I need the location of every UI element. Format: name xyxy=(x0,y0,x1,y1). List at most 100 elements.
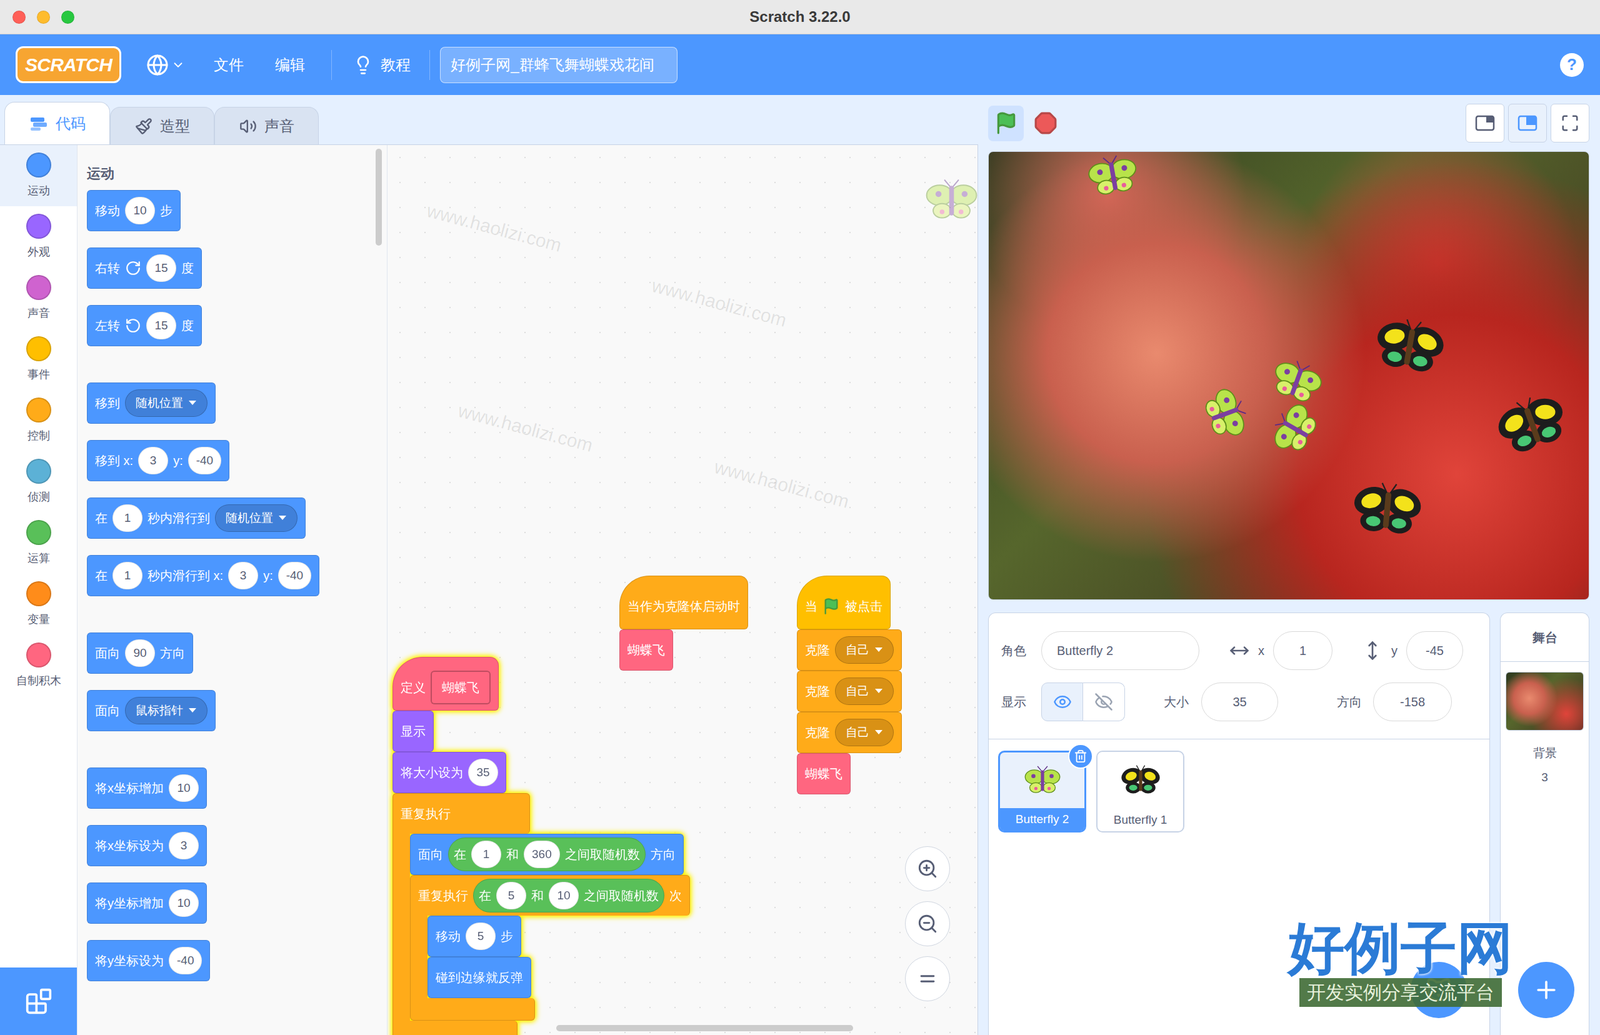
green-flag-button[interactable] xyxy=(988,105,1024,142)
category-item[interactable]: 变量 xyxy=(0,573,77,635)
block-input[interactable]: -40 xyxy=(188,446,222,475)
traffic-light[interactable] xyxy=(36,10,50,24)
editor-tab[interactable]: 造型 xyxy=(110,106,215,145)
category-item[interactable]: 外观 xyxy=(0,206,77,268)
category-item[interactable]: 事件 xyxy=(0,328,77,390)
direction-field[interactable]: -158 xyxy=(1373,682,1452,722)
add-backdrop-button[interactable] xyxy=(1518,961,1575,1019)
block-input[interactable]: 3 xyxy=(168,831,199,860)
hat-block[interactable]: 当被点击 xyxy=(796,575,891,630)
custom-block-prototype[interactable]: 蝴蝶飞 xyxy=(430,670,491,705)
block-input[interactable]: 10 xyxy=(125,196,155,225)
stop-button[interactable] xyxy=(1027,105,1064,142)
add-extension-button[interactable] xyxy=(0,967,77,1035)
script[interactable]: 当被点击克隆自己克隆自己克隆自己蝴蝶飞 xyxy=(796,575,902,795)
category-item[interactable]: 声音 xyxy=(0,267,77,329)
sprite-tile[interactable]: Butterfly 2 xyxy=(998,750,1087,833)
stack-block[interactable]: 移到随机位置 xyxy=(86,382,216,424)
category-item[interactable]: 运算 xyxy=(0,512,77,574)
add-sprite-button[interactable] xyxy=(1410,961,1467,1019)
project-title-field[interactable]: 好例子网_群蜂飞舞蝴蝶戏花间 xyxy=(440,46,678,84)
show-button[interactable] xyxy=(1041,682,1084,722)
sprite-name-field[interactable]: Butterfly 2 xyxy=(1041,631,1200,670)
stack-block[interactable]: 克隆自己 xyxy=(796,670,902,712)
help-button[interactable]: ? xyxy=(1560,53,1584,77)
stack-block[interactable]: 显示 xyxy=(392,710,434,752)
delete-sprite-button[interactable] xyxy=(1068,743,1094,769)
stack-block[interactable]: 将大小设为35 xyxy=(392,751,507,794)
stack-block[interactable]: 蝴蝶飞 xyxy=(619,629,674,671)
x-field[interactable]: 1 xyxy=(1273,631,1333,670)
stack-block[interactable]: 面向鼠标指针 xyxy=(86,690,216,732)
block-input[interactable]: 5 xyxy=(496,881,527,910)
script-canvas[interactable]: www.haolizi.comwww.haolizi.comwww.haoliz… xyxy=(387,145,978,1035)
reporter-block[interactable]: 在1和360之间取随机数 xyxy=(448,837,646,872)
stack-block[interactable]: 右转15度 xyxy=(86,247,202,289)
stage[interactable] xyxy=(988,151,1590,600)
script[interactable]: 当作为克隆体启动时蝴蝶飞 xyxy=(619,575,749,671)
stack-block[interactable]: 将y坐标设为-40 xyxy=(86,940,210,982)
block-dropdown[interactable]: 随机位置 xyxy=(215,504,298,532)
block-input[interactable]: 5 xyxy=(465,922,496,950)
block-input[interactable]: 10 xyxy=(168,889,199,917)
block-input[interactable]: 1 xyxy=(471,840,502,869)
zoom-in-button[interactable] xyxy=(905,846,950,892)
stage-layout-button[interactable] xyxy=(1550,103,1590,143)
block-input[interactable]: 90 xyxy=(125,639,155,667)
stack-block[interactable]: 蝴蝶飞 xyxy=(796,753,851,795)
stack-block[interactable]: 碰到边缘就反弹 xyxy=(427,956,532,999)
zoom-out-button[interactable] xyxy=(905,901,950,947)
horizontal-scrollbar[interactable] xyxy=(556,1025,854,1032)
language-menu[interactable] xyxy=(146,53,185,77)
block-dropdown[interactable]: 鼠标指针 xyxy=(125,696,208,725)
block-input[interactable]: 15 xyxy=(146,311,177,340)
traffic-light[interactable] xyxy=(12,10,26,24)
y-field[interactable]: -45 xyxy=(1406,631,1464,670)
stack-block[interactable]: 将x坐标设为3 xyxy=(86,825,207,867)
tutorials-menu[interactable]: 教程 xyxy=(348,53,416,77)
stack-block[interactable]: 移动5步 xyxy=(427,915,522,957)
block-input[interactable]: 360 xyxy=(523,840,560,869)
menu-item[interactable]: 文件 xyxy=(208,53,249,77)
hat-block[interactable]: 当作为克隆体启动时 xyxy=(619,575,749,630)
hide-button[interactable] xyxy=(1083,682,1125,722)
block-input[interactable]: 3 xyxy=(228,561,259,590)
sprite-tile[interactable]: Butterfly 1 xyxy=(1096,750,1185,833)
block-input[interactable]: 3 xyxy=(138,446,169,475)
category-item[interactable]: 运动 xyxy=(0,145,77,207)
block-input[interactable]: 35 xyxy=(468,758,499,787)
block-dropdown[interactable]: 自己 xyxy=(835,677,894,705)
block-dropdown[interactable]: 随机位置 xyxy=(125,389,208,417)
editor-tab[interactable]: 声音 xyxy=(214,106,319,145)
stack-block[interactable]: 将y坐标增加10 xyxy=(86,882,207,924)
stack-block[interactable]: 面向90方向 xyxy=(86,632,194,674)
define-block[interactable]: 定义蝴蝶飞 xyxy=(392,656,499,711)
size-field[interactable]: 35 xyxy=(1201,682,1279,722)
block-dropdown[interactable]: 自己 xyxy=(835,636,894,664)
stack-block[interactable]: 在1秒内滑行到 x:3y:-40 xyxy=(86,555,320,597)
block-input[interactable]: -40 xyxy=(168,946,202,975)
block-input[interactable]: 10 xyxy=(548,881,579,910)
scratch-logo[interactable]: SCRATCH xyxy=(15,46,122,84)
category-item[interactable]: 自制积木 xyxy=(0,635,77,697)
stack-block[interactable]: 面向在1和360之间取随机数方向 xyxy=(410,833,684,875)
stack-block[interactable]: 移到 x:3y:-40 xyxy=(86,440,230,482)
stack-block[interactable]: 移动10步 xyxy=(86,190,181,232)
menu-item[interactable]: 编辑 xyxy=(270,53,310,77)
category-item[interactable]: 控制 xyxy=(0,390,77,452)
c-block[interactable]: 重复执行面向在1和360之间取随机数方向重复执行在5和10之间取随机数次移动5步… xyxy=(392,793,690,1035)
script[interactable]: 定义蝴蝶飞显示将大小设为35重复执行面向在1和360之间取随机数方向重复执行在5… xyxy=(392,656,690,1035)
block-input[interactable]: 10 xyxy=(168,774,199,802)
stack-block[interactable]: 在1秒内滑行到随机位置 xyxy=(86,497,306,539)
block-dropdown[interactable]: 自己 xyxy=(835,718,894,747)
stage-layout-button[interactable] xyxy=(1508,103,1547,143)
traffic-light[interactable] xyxy=(61,10,75,24)
c-block[interactable]: 重复执行在5和10之间取随机数次移动5步碰到边缘就反弹 xyxy=(410,875,690,1021)
zoom-reset-button[interactable] xyxy=(905,956,950,1002)
block-input[interactable]: 1 xyxy=(112,561,143,590)
block-input[interactable]: 15 xyxy=(146,254,177,282)
stack-block[interactable]: 将x坐标增加10 xyxy=(86,767,207,809)
stack-block[interactable]: 克隆自己 xyxy=(796,711,902,754)
block-input[interactable]: 1 xyxy=(112,504,143,532)
stage-layout-button[interactable] xyxy=(1465,103,1505,143)
